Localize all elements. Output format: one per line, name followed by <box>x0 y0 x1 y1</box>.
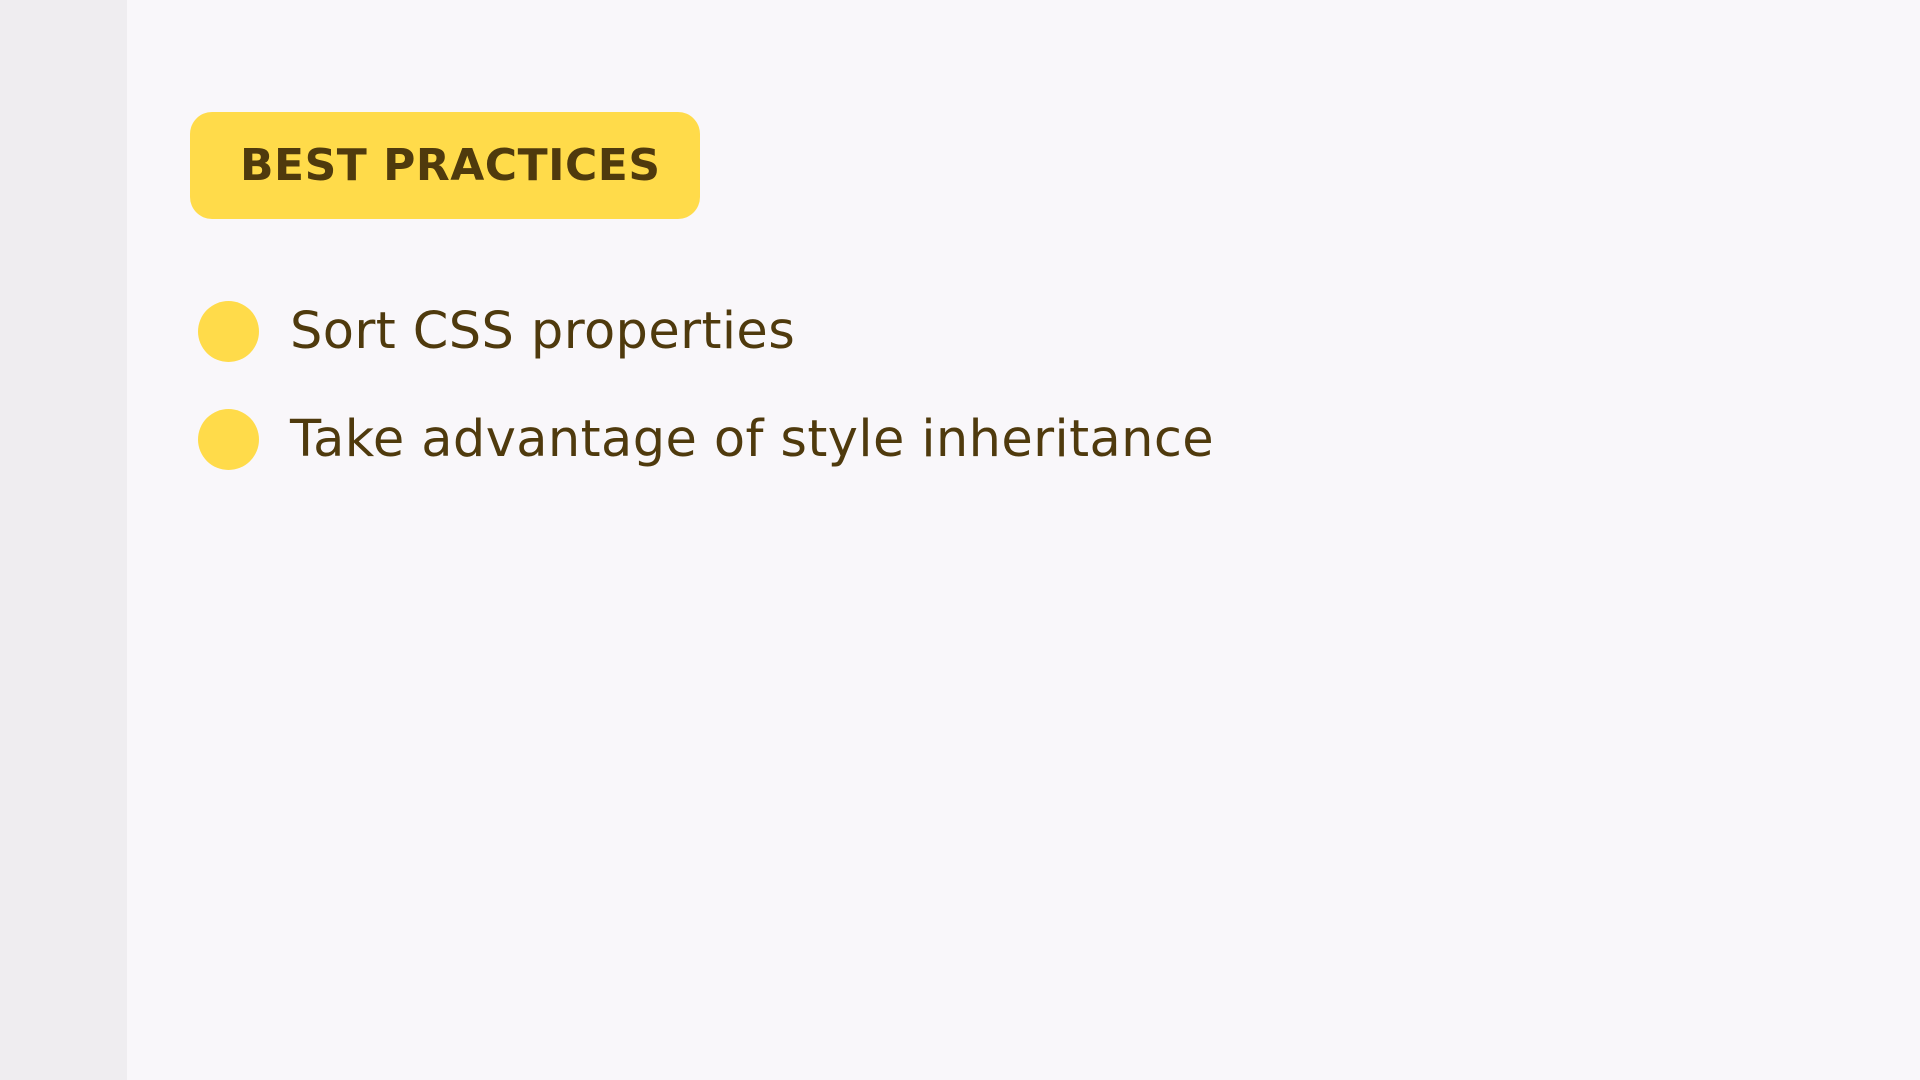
slide-page: BEST PRACTICES Sort CSS properties Take … <box>0 0 1920 1080</box>
practice-list: Sort CSS properties Take advantage of st… <box>198 300 1214 516</box>
left-rail <box>0 0 127 1080</box>
bullet-icon <box>198 408 259 470</box>
list-item-label: Take advantage of style inheritance <box>290 409 1215 469</box>
section-badge: BEST PRACTICES <box>190 112 700 219</box>
best-practices-section: BEST PRACTICES Sort CSS properties Take … <box>190 112 1214 470</box>
list-item-label: Sort CSS properties <box>290 301 796 361</box>
list-item: Take advantage of style inheritance <box>198 408 1214 470</box>
list-item: Sort CSS properties <box>198 300 1214 362</box>
bullet-icon <box>198 300 259 362</box>
